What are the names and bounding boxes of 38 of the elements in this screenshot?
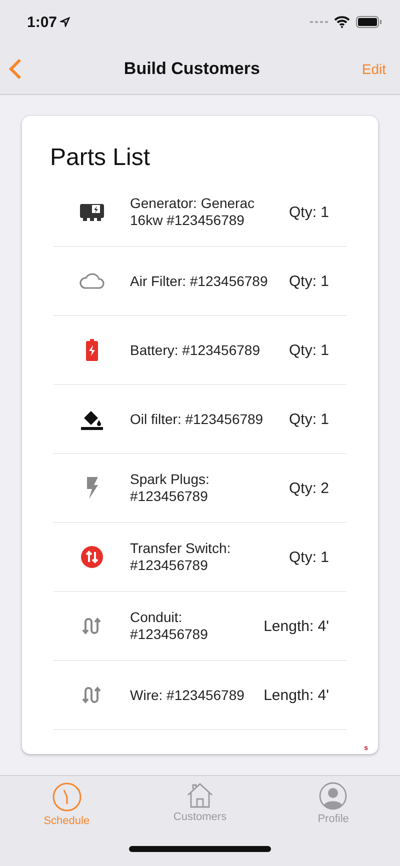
profile-avatar-icon xyxy=(319,782,348,810)
signal-icon xyxy=(310,20,328,24)
part-name: Battery: #123456789 xyxy=(130,342,261,358)
part-name: Conduit: #123456789 xyxy=(130,609,209,643)
status-time: 1:07 xyxy=(27,14,70,30)
tab-item[interactable]: Schedule xyxy=(12,782,122,827)
part-quantity: Qty: 1 xyxy=(288,272,330,290)
card-title: Parts List xyxy=(50,144,152,172)
part-quantity: Qty: 1 xyxy=(288,342,330,358)
battery-status-icon xyxy=(356,16,382,28)
tab-item[interactable]: Profile xyxy=(278,782,388,827)
generator-icon xyxy=(78,202,104,222)
swap-arrows-icon xyxy=(80,616,102,636)
location-arrow-icon xyxy=(60,17,70,27)
clock-icon xyxy=(52,782,82,812)
cloud-icon xyxy=(78,272,104,290)
part-quantity: Qty: 2 xyxy=(288,480,330,496)
tab-item[interactable]: Customers xyxy=(144,782,255,827)
swap-arrows-icon xyxy=(80,685,102,705)
lightning-bolt-icon xyxy=(84,477,98,499)
part-name: Transfer Switch: #123456789 xyxy=(130,540,232,574)
part-quantity: Qty: 1 xyxy=(288,204,330,220)
edit-button[interactable]: Edit xyxy=(362,61,386,77)
wifi-icon xyxy=(334,16,350,28)
part-quantity: Length: 4' xyxy=(264,618,330,634)
part-name: Generator: Generac 16kw #123456789 xyxy=(130,195,256,229)
house-icon xyxy=(186,782,213,808)
part-quantity: Length: 4' xyxy=(264,686,330,704)
transfer-arrows-icon xyxy=(80,546,102,568)
part-name: Spark Plugs: #123456789 xyxy=(130,471,210,505)
back-button[interactable] xyxy=(8,58,22,80)
part-name: Wire: #123456789 xyxy=(130,686,246,704)
part-name: Oil filter: #123456789 xyxy=(130,410,264,428)
battery-icon xyxy=(86,339,98,361)
part-quantity: Qty: 1 xyxy=(288,410,330,428)
part-quantity: Qty: 1 xyxy=(288,548,330,566)
part-name: Air Filter: #123456789 xyxy=(130,272,269,290)
page-title: Build Customers xyxy=(124,59,260,79)
